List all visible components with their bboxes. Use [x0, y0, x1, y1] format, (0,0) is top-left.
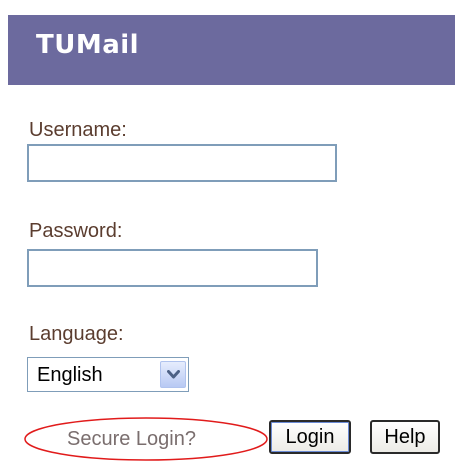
chevron-down-icon	[167, 370, 180, 379]
secure-login-area: Secure Login?	[22, 415, 272, 463]
app-header: TUMail	[8, 15, 455, 85]
language-label: Language:	[29, 323, 124, 345]
username-label: Username:	[29, 119, 127, 141]
password-label: Password:	[29, 220, 123, 242]
language-selected-value: English	[37, 364, 103, 386]
password-input[interactable]	[27, 249, 318, 287]
login-button[interactable]: Login	[269, 420, 351, 454]
app-title: TUMail	[36, 30, 140, 60]
language-dropdown-button[interactable]	[160, 361, 186, 388]
username-input[interactable]	[27, 144, 337, 182]
secure-login-link[interactable]: Secure Login?	[67, 426, 196, 452]
help-button[interactable]: Help	[370, 420, 440, 454]
language-select[interactable]: English	[27, 357, 189, 392]
